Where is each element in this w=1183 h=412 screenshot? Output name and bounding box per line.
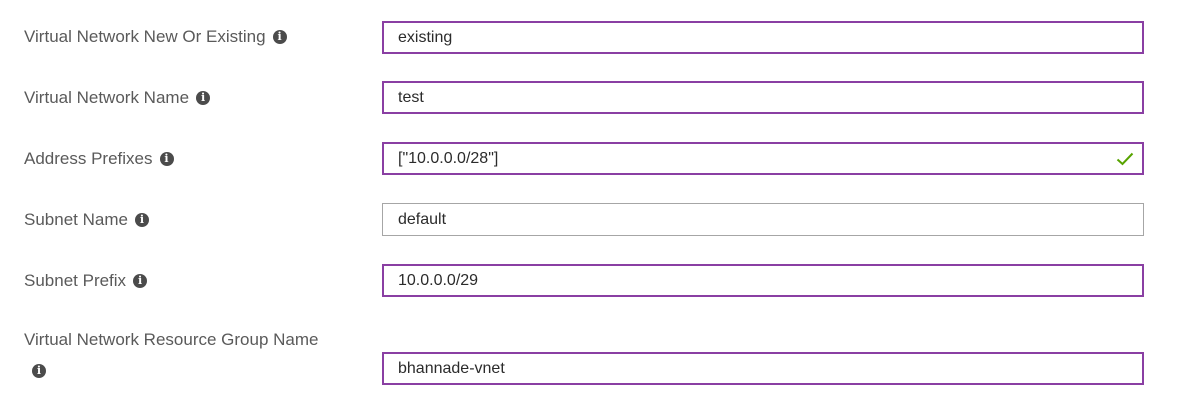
field-label: Virtual Network Name i [24,88,211,108]
field-label-text: Virtual Network Name [24,88,190,107]
field-label-text: Address Prefixes [24,149,153,168]
vnet-resource-group-input[interactable] [398,359,1098,378]
subnet-name-input[interactable] [398,210,1098,229]
field-label: Address Prefixes i [24,149,174,169]
field-label-text: Subnet Prefix [24,271,127,290]
subnet-name-field[interactable] [382,203,1144,236]
info-icon[interactable]: i [196,91,211,105]
field-label: Subnet Name i [24,210,149,230]
vnet-new-or-existing-input[interactable] [398,28,1098,47]
vnet-new-or-existing-field[interactable] [382,21,1144,54]
field-label-text: Virtual Network Resource Group Name [24,330,319,349]
info-icon[interactable]: i [272,30,287,44]
field-label-text: Virtual Network New Or Existing [24,27,266,46]
address-prefixes-input[interactable] [398,149,1098,168]
address-prefixes-field[interactable] [382,142,1144,175]
vnet-resource-group-field[interactable] [382,352,1144,385]
field-label: Virtual Network Resource Group Name i [24,330,318,379]
checkmark-icon [1116,152,1134,165]
info-icon[interactable]: i [32,364,46,378]
info-icon[interactable]: i [159,152,174,166]
info-icon[interactable]: i [133,274,148,288]
field-label: Virtual Network New Or Existing i [24,27,287,47]
field-label-text: Subnet Name [24,210,128,229]
info-icon[interactable]: i [134,213,149,227]
vnet-name-input[interactable] [398,88,1098,107]
vnet-name-field[interactable] [382,81,1144,114]
field-label: Subnet Prefix i [24,271,148,291]
subnet-prefix-field[interactable] [382,264,1144,297]
subnet-prefix-input[interactable] [398,271,1098,290]
